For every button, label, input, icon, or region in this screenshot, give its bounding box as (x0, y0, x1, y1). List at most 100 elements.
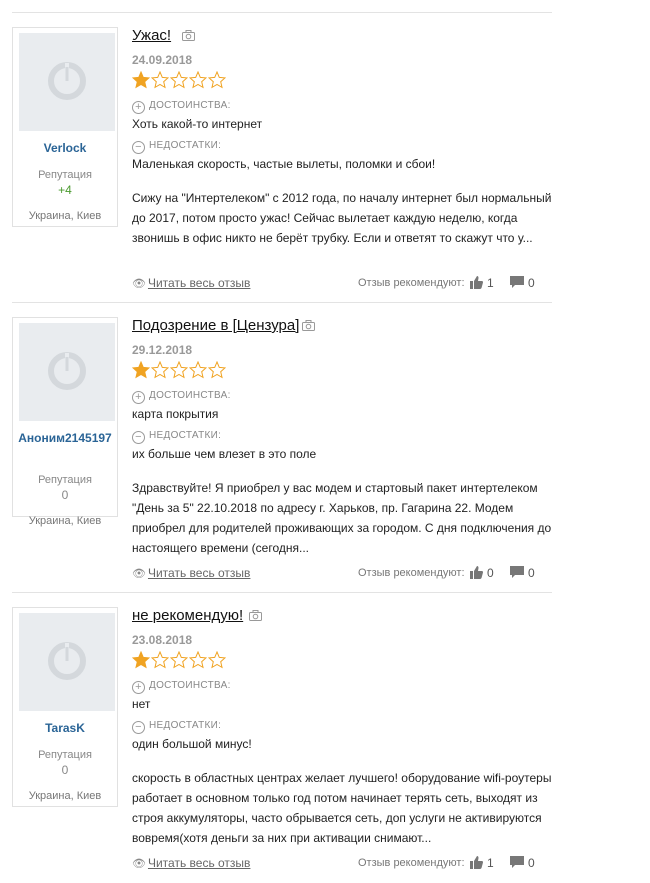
recommend-label: Отзыв рекомендуют: (358, 277, 465, 289)
camera-icon (249, 608, 262, 626)
rating-stars (132, 361, 227, 379)
minus-circle-icon: − (132, 431, 145, 444)
star-empty-icon (208, 651, 226, 669)
cons-text: их больше чем влезет в это поле (132, 447, 317, 461)
eye-icon: 👁 (132, 858, 146, 870)
star-empty-icon (151, 651, 169, 669)
like-count: 1 (487, 276, 494, 290)
minus-circle-icon: − (132, 721, 145, 734)
review-item: TarasK Репутация 0 Украина, Киев не реко… (12, 607, 552, 882)
pros-text: карта покрытия (132, 407, 219, 421)
user-card: Verlock Репутация +4 Украина, Киев (12, 27, 118, 227)
username-link[interactable]: TarasK (15, 721, 115, 736)
comment-count: 0 (528, 856, 535, 870)
comment-icon (510, 566, 524, 578)
star-empty-icon (189, 651, 207, 669)
reputation-label: Репутация (38, 474, 92, 486)
star-filled-icon (132, 71, 150, 89)
like-button[interactable]: 1 (470, 276, 494, 290)
rating-stars (132, 71, 227, 89)
top-divider (12, 12, 552, 13)
plus-circle-icon: + (132, 681, 145, 694)
review-excerpt: Сижу на "Интертелеком" с 2012 года, по н… (132, 191, 552, 245)
read-full-review-link[interactable]: 👁 Читать весь отзыв (132, 856, 250, 870)
star-empty-icon (170, 361, 188, 379)
user-location: Украина, Киев (28, 515, 102, 527)
cons-text: один большой минус! (132, 737, 252, 751)
user-location: Украина, Киев (28, 210, 102, 222)
comment-button[interactable]: 0 (510, 856, 535, 870)
pros-label: + ДОСТОИНСТВА: (132, 100, 231, 114)
thumbs-up-icon (470, 856, 483, 869)
review-excerpt: Здравствуйте! Я приобрел у вас модем и с… (132, 481, 552, 555)
comment-count: 0 (528, 276, 535, 290)
avatar[interactable] (19, 323, 115, 421)
cons-label: − НЕДОСТАТКИ: (132, 720, 221, 734)
review-date: 23.08.2018 (132, 633, 193, 647)
minus-circle-icon: − (132, 141, 145, 154)
star-empty-icon (189, 361, 207, 379)
review-date: 24.09.2018 (132, 53, 193, 67)
rating-stars (132, 651, 227, 669)
star-filled-icon (132, 651, 150, 669)
default-avatar-icon (48, 642, 86, 680)
read-full-review-link[interactable]: 👁 Читать весь отзыв (132, 566, 250, 580)
camera-icon (182, 28, 195, 46)
user-location: Украина, Киев (28, 790, 102, 802)
star-filled-icon (132, 361, 150, 379)
reputation-label: Репутация (38, 749, 92, 761)
eye-icon: 👁 (132, 278, 146, 290)
like-button[interactable]: 1 (470, 856, 494, 870)
reputation-value: +4 (58, 183, 72, 197)
username-link[interactable]: Verlock (15, 141, 115, 156)
user-card: Аноним2145197 Репутация 0 Украина, Киев (12, 317, 118, 527)
cons-label: − НЕДОСТАТКИ: (132, 430, 221, 444)
star-empty-icon (189, 71, 207, 89)
recommend-label: Отзыв рекомендуют: (358, 567, 465, 579)
pros-label: + ДОСТОИНСТВА: (132, 390, 231, 404)
avatar[interactable] (19, 33, 115, 131)
default-avatar-icon (48, 352, 86, 390)
review-title-link[interactable]: Ужас! (132, 27, 171, 44)
thumbs-up-icon (470, 276, 483, 289)
review-divider (12, 592, 552, 593)
reputation-value: 0 (61, 763, 69, 777)
review-item: Аноним2145197 Репутация 0 Украина, Киев … (12, 317, 552, 592)
pros-label: + ДОСТОИНСТВА: (132, 680, 231, 694)
reputation-label: Репутация (38, 169, 92, 181)
like-count: 0 (487, 566, 494, 580)
comment-button[interactable]: 0 (510, 566, 535, 580)
star-empty-icon (208, 71, 226, 89)
recommend-label: Отзыв рекомендуют: (358, 857, 465, 869)
reputation-value: 0 (61, 488, 69, 502)
like-count: 1 (487, 856, 494, 870)
eye-icon: 👁 (132, 568, 146, 580)
star-empty-icon (208, 361, 226, 379)
cons-label: − НЕДОСТАТКИ: (132, 140, 221, 154)
plus-circle-icon: + (132, 101, 145, 114)
username-link[interactable]: Аноним2145197 (15, 431, 115, 446)
star-empty-icon (151, 71, 169, 89)
review-item: Verlock Репутация +4 Украина, Киев Ужас!… (12, 27, 552, 302)
review-title-link[interactable]: Подозрение в [Цензура] (132, 317, 299, 334)
cons-text: Маленькая скорость, частые вылеты, полом… (132, 157, 436, 171)
star-empty-icon (170, 651, 188, 669)
thumbs-up-icon (470, 566, 483, 579)
comment-button[interactable]: 0 (510, 276, 535, 290)
star-empty-icon (170, 71, 188, 89)
pros-text: Хоть какой-то интернет (132, 117, 263, 131)
star-empty-icon (151, 361, 169, 379)
camera-icon (302, 318, 315, 336)
comment-count: 0 (528, 566, 535, 580)
read-full-review-link[interactable]: 👁 Читать весь отзыв (132, 276, 250, 290)
pros-text: нет (132, 697, 151, 711)
like-button[interactable]: 0 (470, 566, 494, 580)
review-title-link[interactable]: не рекомендую! (132, 607, 243, 624)
default-avatar-icon (48, 62, 86, 100)
comment-icon (510, 856, 524, 868)
user-card: TarasK Репутация 0 Украина, Киев (12, 607, 118, 807)
comment-icon (510, 276, 524, 288)
avatar[interactable] (19, 613, 115, 711)
review-divider (12, 302, 552, 303)
review-date: 29.12.2018 (132, 343, 193, 357)
